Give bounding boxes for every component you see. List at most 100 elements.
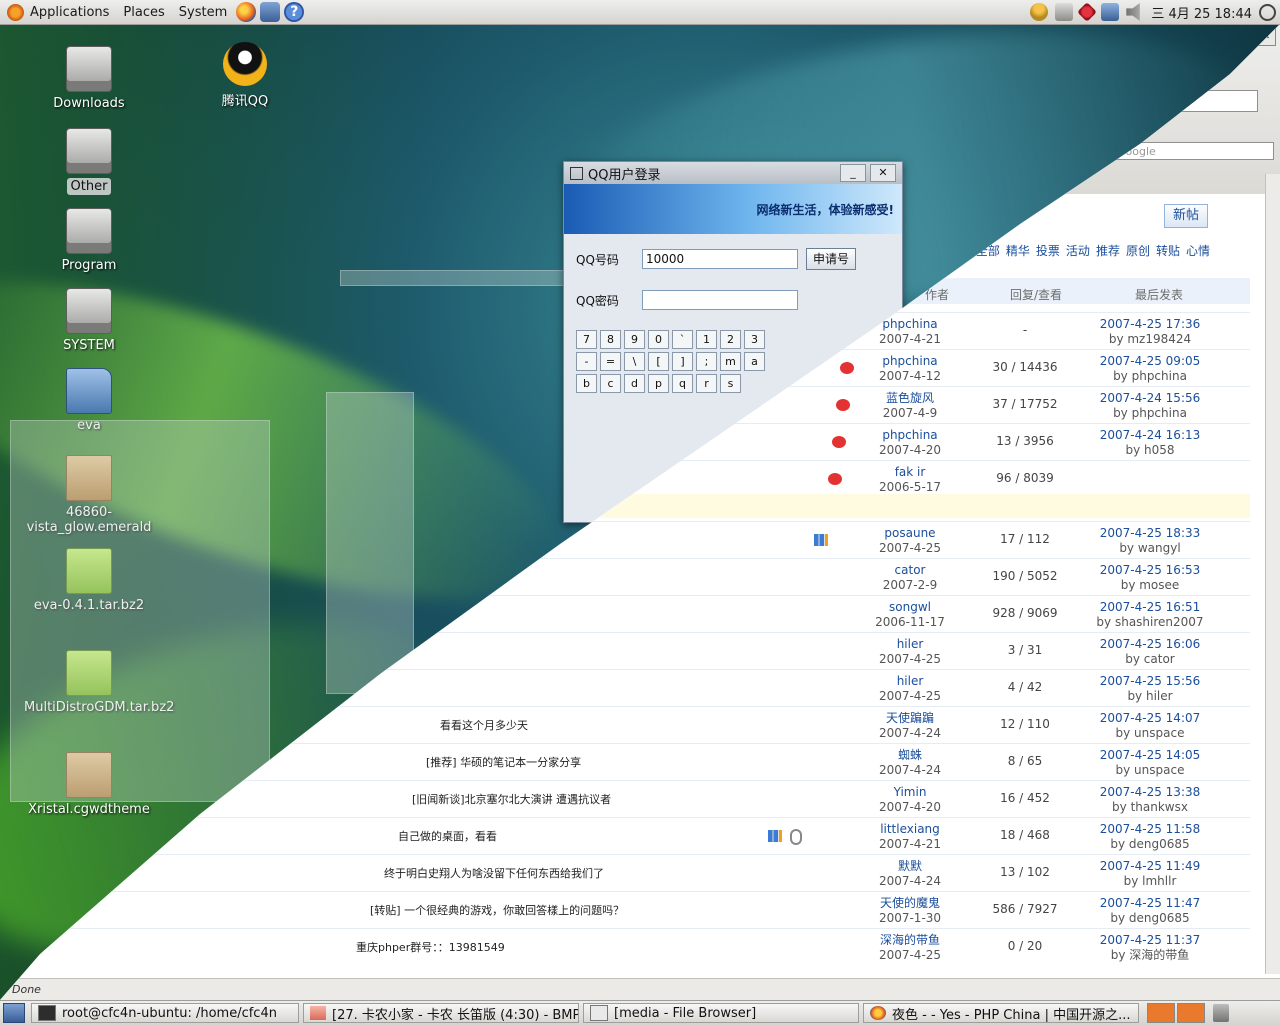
- taskbar-item-firefox[interactable]: 夜色 - - Yes - PHP China | 中国开源之...: [863, 1003, 1139, 1023]
- filter-link[interactable]: 活动: [1066, 242, 1090, 259]
- author-link[interactable]: phpchina: [882, 354, 937, 368]
- workspace-2[interactable]: [1177, 1003, 1205, 1023]
- last-post-link[interactable]: 2007-4-24 15:56: [1100, 391, 1201, 405]
- key[interactable]: -: [576, 352, 597, 371]
- author-link[interactable]: Yimin: [894, 785, 927, 799]
- key[interactable]: =: [600, 352, 621, 371]
- key[interactable]: c: [600, 374, 621, 393]
- help-launcher-icon[interactable]: ?: [284, 2, 305, 22]
- maximize-button[interactable]: □: [1233, 28, 1253, 46]
- filter-link[interactable]: 全部: [976, 242, 1000, 259]
- last-post-link[interactable]: 2007-4-25 16:06: [1100, 637, 1201, 651]
- thread-title[interactable]: 自己做的桌面，看看: [398, 828, 497, 844]
- author-link[interactable]: fak ir: [895, 465, 926, 479]
- thread-author[interactable]: 蓝色旋风 2007-4-9: [850, 391, 970, 421]
- taskbar-item-terminal[interactable]: root@cfc4n-ubuntu: /home/cfc4n: [31, 1003, 299, 1023]
- key[interactable]: [: [648, 352, 669, 371]
- author-link[interactable]: hiler: [897, 637, 924, 651]
- last-post-link[interactable]: 2007-4-25 09:05: [1100, 354, 1201, 368]
- last-post-link[interactable]: 2007-4-24 16:13: [1100, 428, 1201, 442]
- last-post[interactable]: 2007-4-25 11:37 by 深海的带鱼: [1090, 933, 1210, 963]
- applications-menu[interactable]: Applications: [0, 0, 116, 24]
- key[interactable]: s: [720, 374, 741, 393]
- apply-number-button[interactable]: 申请号: [806, 248, 857, 270]
- last-post-link[interactable]: 2007-4-25 11:49: [1100, 859, 1201, 873]
- last-post[interactable]: 2007-4-25 16:06 by cator: [1090, 637, 1210, 667]
- key[interactable]: 1: [696, 330, 717, 349]
- last-post-link[interactable]: 2007-4-25 14:05: [1100, 748, 1201, 762]
- last-post-link[interactable]: 2007-4-25 11:58: [1100, 822, 1201, 836]
- taskbar-item-file-browser[interactable]: [media - File Browser]: [583, 1003, 859, 1023]
- author-link[interactable]: 天使的魔鬼: [880, 896, 940, 910]
- trash-icon[interactable]: [1213, 1004, 1229, 1022]
- key[interactable]: `: [672, 330, 693, 349]
- url-field[interactable]: [976, 90, 1258, 112]
- table-row[interactable]: littlexiang 2007-4-21 18 / 468 2007-4-25 11…: [0, 817, 1250, 855]
- places-menu[interactable]: Places: [116, 0, 171, 24]
- thread-author[interactable]: Yimin 2007-4-20: [850, 785, 970, 815]
- thread-title[interactable]: [转贴] 一个很经典的游戏，你敢回答樣上的问题吗？: [370, 902, 624, 918]
- desktop-icon-system[interactable]: SYSTEM: [24, 288, 154, 353]
- last-post[interactable]: 2007-4-25 13:38 by thankwsx: [1090, 785, 1210, 815]
- filter-link[interactable]: 精华: [1006, 242, 1030, 259]
- last-post[interactable]: 2007-4-25 16:51 by shashiren2007: [1090, 600, 1210, 630]
- author-link[interactable]: phpchina: [882, 428, 937, 442]
- clock[interactable]: 三 4月 25 18:44: [1151, 3, 1252, 22]
- key[interactable]: r: [696, 374, 717, 393]
- desktop-icon-program[interactable]: Program: [24, 208, 154, 273]
- thread-author[interactable]: 天使的魔鬼 2007-1-30: [850, 896, 970, 926]
- key[interactable]: ;: [696, 352, 717, 371]
- power-icon[interactable]: [1259, 3, 1276, 21]
- thread-author[interactable]: songwl 2006-11-17: [850, 600, 970, 630]
- key[interactable]: 3: [744, 330, 765, 349]
- desktop-icon-qq[interactable]: 腾讯QQ: [180, 42, 310, 109]
- last-post[interactable]: 2007-4-25 17:36 by mz198424: [1090, 317, 1210, 347]
- search-field[interactable]: Google: [1094, 142, 1274, 161]
- thread-author[interactable]: posaune 2007-4-25: [850, 526, 970, 556]
- qq-number-field[interactable]: 10000: [642, 249, 798, 269]
- last-post-link[interactable]: 2007-4-25 16:51: [1100, 600, 1201, 614]
- last-post-link[interactable]: 2007-4-25 14:07: [1100, 711, 1201, 725]
- filter-link[interactable]: 投票: [1036, 242, 1060, 259]
- last-post-link[interactable]: 2007-4-25 13:38: [1100, 785, 1201, 799]
- author-link[interactable]: littlexiang: [880, 822, 940, 836]
- last-post[interactable]: [1090, 465, 1210, 480]
- thread-author[interactable]: phpchina 2007-4-12: [850, 354, 970, 384]
- last-post-link[interactable]: 2007-4-25 15:56: [1100, 674, 1201, 688]
- author-link[interactable]: phpchina: [882, 317, 937, 331]
- close-button[interactable]: ✕: [870, 164, 896, 182]
- thread-author[interactable]: hiler 2007-4-25: [850, 637, 970, 667]
- key[interactable]: 7: [576, 330, 597, 349]
- last-post[interactable]: 2007-4-25 14:05 by unspace: [1090, 748, 1210, 778]
- last-post[interactable]: 2007-4-25 11:49 by lmhllr: [1090, 859, 1210, 889]
- close-button[interactable]: ✕: [1256, 28, 1276, 46]
- qq-title-bar[interactable]: QQ用户登录 _ ✕: [564, 162, 902, 184]
- author-link[interactable]: hiler: [897, 674, 924, 688]
- author-link[interactable]: 天使蹁蹁: [886, 711, 934, 725]
- new-post-button[interactable]: 新帖: [1163, 204, 1208, 228]
- author-link[interactable]: cator: [895, 563, 926, 577]
- show-desktop-icon[interactable]: [3, 1003, 25, 1023]
- key[interactable]: b: [576, 374, 597, 393]
- author-link[interactable]: 深海的带鱼: [880, 933, 940, 947]
- key[interactable]: q: [672, 374, 693, 393]
- key[interactable]: 8: [600, 330, 621, 349]
- thread-author[interactable]: 天使蹁蹁 2007-4-24: [850, 711, 970, 741]
- key[interactable]: 2: [720, 330, 741, 349]
- scrollbar[interactable]: [1265, 174, 1280, 974]
- last-post[interactable]: 2007-4-25 15:56 by hiler: [1090, 674, 1210, 704]
- desktop-icon-downloads[interactable]: Downloads: [24, 46, 154, 111]
- last-post[interactable]: 2007-4-25 16:53 by mosee: [1090, 563, 1210, 593]
- key[interactable]: m: [720, 352, 741, 371]
- last-post[interactable]: 2007-4-24 15:56 by phpchina: [1090, 391, 1210, 421]
- key[interactable]: 9: [624, 330, 645, 349]
- table-row[interactable]: 天使的魔鬼 2007-1-30 586 / 7927 2007-4-25 11:47 b…: [0, 891, 1250, 929]
- filter-link[interactable]: 原创: [1126, 242, 1150, 259]
- filter-link[interactable]: 转贴: [1156, 242, 1180, 259]
- thread-author[interactable]: phpchina 2007-4-20: [850, 428, 970, 458]
- table-row[interactable]: 深海的带鱼 2007-4-25 0 / 20 2007-4-25 11:37 by 深海…: [0, 928, 1250, 966]
- filter-link[interactable]: 心情: [1186, 242, 1210, 259]
- mail-launcher-icon[interactable]: [260, 2, 281, 22]
- window-menu-icon[interactable]: [570, 166, 583, 180]
- author-link[interactable]: 蓝色旋风: [886, 391, 934, 405]
